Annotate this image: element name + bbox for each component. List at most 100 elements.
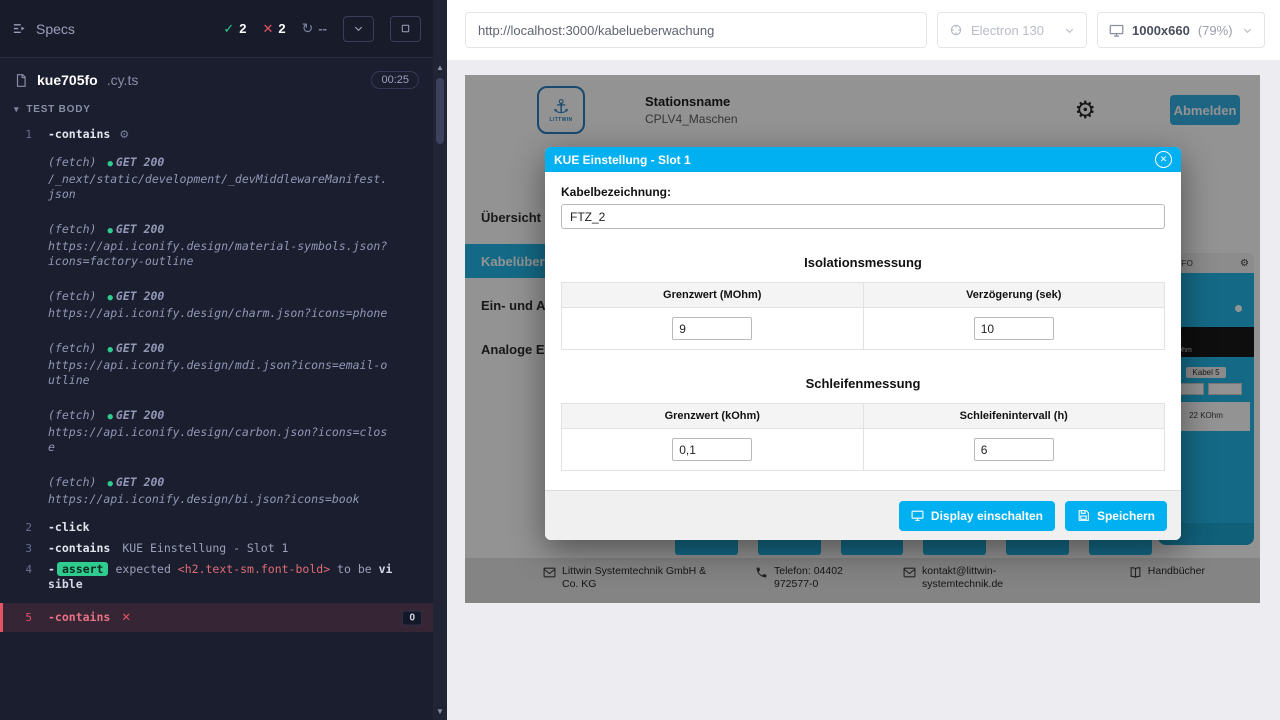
line-number: [0, 282, 48, 328]
network-log-entry: (fetch)●GET 200/_next/static/development…: [48, 155, 394, 202]
command-log-entry[interactable]: (fetch)●GET 200https://api.iconify.desig…: [0, 398, 433, 465]
modal-title: KUE Einstellung - Slot 1: [554, 153, 691, 167]
cross-icon: ✕: [262, 21, 273, 37]
monitor-icon: [1109, 23, 1124, 38]
test-stats: ✓ 2 ✕ 2 ↻ --: [214, 16, 421, 42]
command-log-entry[interactable]: (fetch)●GET 200https://api.iconify.desig…: [0, 279, 433, 331]
display-on-button[interactable]: Display einschalten: [899, 501, 1055, 531]
line-number: 4: [0, 562, 48, 592]
stop-icon: [400, 23, 411, 34]
scroll-down-icon[interactable]: ▼: [433, 704, 447, 718]
specs-label: Specs: [36, 21, 75, 37]
column-header: Grenzwert (MOhm): [562, 283, 864, 308]
browser-label: Electron 130: [971, 23, 1044, 38]
browser-selector[interactable]: Electron 130: [937, 12, 1087, 48]
command-log-entry[interactable]: (fetch)●GET 200https://api.iconify.desig…: [0, 212, 433, 279]
status-dot: ●: [107, 412, 112, 422]
command-text: -contains✕: [48, 610, 394, 625]
line-number: [0, 468, 48, 514]
line-number: 1: [0, 127, 48, 142]
modal-body: Kabelbezeichnung: Isolationsmessung Gren…: [545, 172, 1181, 490]
app-under-test: ⚓ LITTWIN Stationsname CPLV4_Maschen ⚙ A…: [465, 75, 1260, 603]
spec-duration: 00:25: [371, 71, 419, 89]
loop-table: Grenzwert (kOhm) Schleifenintervall (h): [561, 403, 1165, 471]
command-log-entry[interactable]: (fetch)●GET 200https://api.iconify.desig…: [0, 331, 433, 398]
command-log: 1-contains⚙ (fetch)●GET 200/_next/static/…: [0, 124, 433, 632]
stop-button[interactable]: [390, 16, 421, 42]
close-icon[interactable]: ✕: [1155, 151, 1172, 168]
spec-extension: .cy.ts: [107, 72, 139, 88]
chevron-down-icon: [1242, 25, 1253, 36]
line-number: [0, 215, 48, 276]
iso-delay-input[interactable]: [974, 317, 1054, 340]
runner-header: Specs ✓ 2 ✕ 2 ↻ --: [0, 0, 433, 58]
modal-titlebar: KUE Einstellung - Slot 1 ✕: [545, 147, 1181, 172]
kue-settings-modal: KUE Einstellung - Slot 1 ✕ Kabelbezeichn…: [545, 147, 1181, 540]
status-dot: ●: [107, 226, 112, 236]
network-log-entry: (fetch)●GET 200https://api.iconify.desig…: [48, 408, 394, 455]
specs-menu-icon: [12, 21, 27, 36]
refresh-icon: ↻: [302, 20, 314, 37]
loop-heading: Schleifenmessung: [561, 376, 1165, 391]
command-log-entry[interactable]: 05-contains✕: [0, 603, 433, 632]
save-button[interactable]: Speichern: [1065, 501, 1167, 531]
collapse-button[interactable]: [343, 16, 374, 42]
scrollbar-thumb[interactable]: [436, 78, 444, 144]
assert-text: -assertexpected <h2.text-sm.font-bold> t…: [48, 562, 394, 592]
floppy-save-icon: [1077, 509, 1090, 522]
command-log-entry[interactable]: (fetch)●GET 200https://api.iconify.desig…: [0, 465, 433, 517]
line-number: [0, 148, 48, 209]
line-number: [0, 401, 48, 462]
command-log-entry[interactable]: (fetch)●GET 200/_next/static/development…: [0, 145, 433, 212]
browser-icon: [949, 23, 963, 37]
app-stage: ⚓ LITTWIN Stationsname CPLV4_Maschen ⚙ A…: [447, 60, 1280, 720]
check-icon: ✓: [223, 21, 234, 37]
modal-footer: Display einschalten Speichern: [545, 490, 1181, 540]
command-argument: KUE Einstellung - Slot 1: [122, 541, 288, 555]
specs-button[interactable]: Specs: [12, 21, 75, 37]
cross-icon: ✕: [121, 610, 131, 624]
test-body-toggle[interactable]: ▾ TEST BODY: [0, 99, 433, 124]
chevron-down-icon: [1064, 25, 1075, 36]
column-header: Grenzwert (kOhm): [562, 404, 864, 429]
viewport-selector[interactable]: 1000x660 (79%): [1097, 12, 1265, 48]
runner-main-pane: Electron 130 1000x660 (79%) ⚓ LITTWIN: [447, 0, 1280, 720]
gear-icon: ⚙: [119, 128, 129, 141]
cable-name-input[interactable]: [561, 204, 1165, 229]
status-dot: ●: [107, 159, 112, 169]
network-log-entry: (fetch)●GET 200https://api.iconify.desig…: [48, 222, 394, 269]
viewport-zoom: (79%): [1198, 23, 1233, 38]
command-log-entry[interactable]: 4-assertexpected <h2.text-sm.font-bold> …: [0, 559, 433, 595]
chevron-down-icon: [353, 23, 364, 34]
assert-badge: assert: [57, 562, 109, 576]
network-log-entry: (fetch)●GET 200https://api.iconify.desig…: [48, 289, 394, 321]
display-icon: [911, 509, 924, 522]
viewport-size: 1000x660: [1132, 23, 1190, 38]
display-button-label: Display einschalten: [931, 509, 1043, 523]
column-header: Schleifenintervall (h): [863, 404, 1165, 429]
command-log-entry[interactable]: 3-containsKUE Einstellung - Slot 1: [0, 538, 433, 559]
network-log-entry: (fetch)●GET 200https://api.iconify.desig…: [48, 475, 394, 507]
command-text: -contains⚙: [48, 127, 394, 142]
scroll-up-icon[interactable]: ▲: [433, 60, 447, 74]
command-text: -click: [48, 520, 394, 535]
cypress-sidebar: Specs ✓ 2 ✕ 2 ↻ --: [0, 0, 433, 720]
passed-count: 2: [239, 21, 246, 36]
iso-limit-input[interactable]: [672, 317, 752, 340]
status-dot: ●: [107, 293, 112, 303]
line-number: 3: [0, 541, 48, 556]
save-button-label: Speichern: [1097, 509, 1155, 523]
chevron-down-icon: ▾: [14, 104, 19, 115]
failed-stat: ✕ 2: [262, 21, 285, 37]
loop-interval-input[interactable]: [974, 438, 1054, 461]
url-input[interactable]: [465, 12, 927, 48]
isolation-table: Grenzwert (MOhm) Verzögerung (sek): [561, 282, 1165, 350]
command-log-entry[interactable]: 1-contains⚙: [0, 124, 433, 145]
command-log-entry[interactable]: 2-click: [0, 517, 433, 538]
spec-file-row[interactable]: kue705fo .cy.ts 00:25: [0, 58, 433, 99]
test-body-label: TEST BODY: [26, 104, 90, 115]
loop-limit-input[interactable]: [672, 438, 752, 461]
sidebar-scrollbar[interactable]: ▲ ▼: [433, 0, 447, 720]
cable-name-label: Kabelbezeichnung:: [561, 185, 1165, 199]
line-number: 2: [0, 520, 48, 535]
